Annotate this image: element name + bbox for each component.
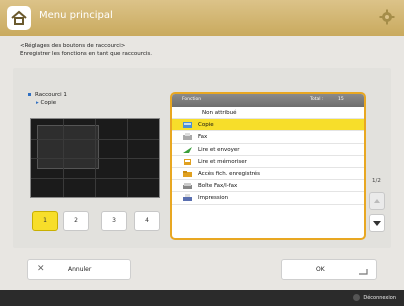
arrow-icon: ▸ — [36, 100, 39, 106]
page-button-3[interactable]: 3 — [101, 211, 127, 231]
header-total: Total : — [310, 97, 324, 102]
list-item[interactable]: Fax — [172, 131, 364, 144]
shortcut-label: Raccourci 1 — [35, 92, 67, 98]
instruction-line: <Réglages des boutons de raccourci> — [20, 43, 126, 49]
item-label: Accès fich. enregistrés — [198, 170, 261, 177]
close-icon: ✕ — [37, 264, 45, 274]
item-label: Fax — [198, 134, 208, 141]
cancel-button[interactable]: ✕ Annuler — [27, 259, 131, 280]
ok-label: OK — [316, 266, 325, 273]
ok-button[interactable]: OK — [281, 259, 377, 280]
list-item[interactable]: Copie — [172, 119, 364, 132]
bullet-icon — [28, 93, 31, 96]
title-bar: Menu principal — [0, 0, 404, 36]
home-button[interactable] — [7, 6, 31, 30]
preview-slot — [37, 125, 99, 169]
item-label: Boîte Fax/I-fax — [198, 183, 238, 190]
header-function: Fonction — [182, 97, 202, 102]
scroll-up-button[interactable] — [369, 192, 385, 210]
scroll-down-button[interactable] — [369, 214, 385, 232]
page-counter: 1/2 — [372, 178, 381, 184]
page-button-1[interactable]: 1 — [32, 211, 58, 231]
fax-icon — [183, 133, 192, 141]
page-button-2[interactable]: 2 — [63, 211, 89, 231]
arrow-up-icon — [374, 199, 380, 203]
list-item[interactable]: Impression — [172, 192, 364, 205]
item-label: Lire et envoyer — [198, 146, 240, 153]
item-label: Lire et mémoriser — [198, 158, 247, 165]
stored-files-icon — [183, 170, 192, 177]
item-label: Non attribué — [202, 110, 237, 116]
item-label: Impression — [198, 195, 229, 202]
fax-inbox-icon — [183, 183, 192, 190]
shortcut-sub: Copie — [40, 100, 57, 106]
list-item[interactable]: Non attribué — [172, 107, 364, 120]
shortcut-preview — [30, 118, 160, 198]
page-title: Menu principal — [39, 10, 113, 21]
list-item[interactable]: Lire et mémoriser — [172, 156, 364, 168]
instruction-text: <Réglages des boutons de raccourci> Enre… — [20, 42, 152, 58]
function-list: Fonction Total : 15 Non attribué Copie F… — [170, 92, 366, 240]
arrow-down-icon — [373, 221, 381, 226]
grid-line — [127, 119, 128, 197]
print-icon — [183, 194, 192, 202]
page-button-4[interactable]: 4 — [134, 211, 160, 231]
scan-send-icon — [183, 146, 192, 153]
home-icon — [11, 10, 27, 25]
gear-icon[interactable] — [379, 9, 395, 25]
logout-button[interactable]: Déconnexion — [353, 294, 396, 301]
list-header: Fonction Total : 15 — [172, 94, 364, 107]
item-label: Copie — [198, 122, 214, 129]
grid-line — [95, 119, 96, 197]
scan-store-icon — [184, 158, 191, 165]
logout-label: Déconnexion — [363, 295, 396, 301]
grid-line — [63, 119, 64, 197]
logout-icon — [353, 294, 361, 301]
shortcut-name: Raccourci 1 ▸ Copie — [28, 91, 67, 107]
cancel-label: Annuler — [68, 266, 92, 273]
header-count: 15 — [338, 97, 344, 102]
list-item[interactable]: Accès fich. enregistrés — [172, 168, 364, 181]
list-item[interactable]: Boîte Fax/I-fax — [172, 180, 364, 193]
status-bar: Déconnexion — [0, 290, 404, 306]
instruction-line: Enregistrer les fonctions en tant que ra… — [20, 51, 153, 57]
copy-icon — [183, 122, 192, 129]
list-item[interactable]: Lire et envoyer — [172, 144, 364, 156]
check-icon — [359, 269, 368, 275]
